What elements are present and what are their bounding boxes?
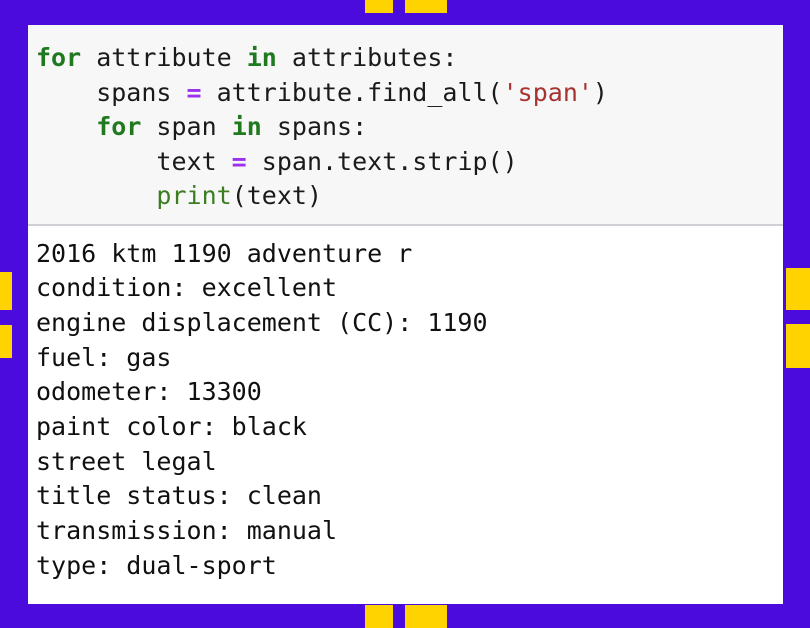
bottom-bar-left	[365, 605, 393, 628]
code-line: print(text)	[36, 179, 783, 214]
code-token-kw: in	[231, 112, 262, 141]
code-token-plain: spans	[36, 77, 187, 107]
code-lines: for attribute in attributes: spans = att…	[36, 41, 783, 214]
right-bar-lower	[786, 324, 810, 368]
top-bar-left	[365, 0, 393, 13]
output-line: condition: excellent	[36, 273, 338, 303]
left-bar-lower	[0, 325, 12, 358]
code-token-plain: span	[141, 112, 232, 141]
output-line: transmission: manual	[36, 516, 338, 546]
code-token-kw: in	[246, 43, 277, 72]
output-line: engine displacement (CC): 1190	[36, 307, 488, 337]
top-bar-right	[405, 0, 447, 13]
code-token-op: =	[186, 77, 202, 107]
code-token-op: =	[231, 146, 247, 176]
output-line: fuel: gas	[36, 342, 172, 372]
left-bar-upper	[0, 272, 12, 310]
code-line: for span in spans:	[36, 110, 783, 145]
output-line: type: dual-sport	[36, 550, 277, 580]
code-token-plain: (text)	[231, 181, 322, 210]
code-token-plain: attribute	[81, 43, 247, 72]
output-lines: 2016 ktm 1190 adventure r condition: exce…	[36, 237, 783, 584]
code-token-plain: text	[36, 146, 232, 176]
output-line: odometer: 13300	[36, 377, 262, 407]
notebook-card: for attribute in attributes: spans = att…	[28, 25, 783, 604]
code-cell[interactable]: for attribute in attributes: spans = att…	[28, 25, 783, 226]
code-token-fn: print	[156, 181, 232, 210]
code-token-str: 'span'	[502, 77, 593, 107]
code-token-plain: attribute.find_all(	[201, 77, 503, 107]
code-line: for attribute in attributes:	[36, 41, 783, 76]
output-cell: 2016 ktm 1190 adventure r condition: exce…	[28, 225, 783, 584]
right-bar-upper	[786, 268, 810, 310]
output-line: street legal	[36, 446, 217, 476]
code-token-plain: span.text.strip()	[246, 146, 518, 176]
output-line: 2016 ktm 1190 adventure r	[36, 238, 413, 268]
screenshot-frame: for attribute in attributes: spans = att…	[0, 0, 810, 628]
code-token-plain: spans:	[261, 112, 368, 141]
code-token-kw: for	[96, 112, 142, 141]
code-token-kw: for	[36, 43, 82, 72]
output-line: paint color: black	[36, 412, 307, 442]
code-line: text = span.text.strip()	[36, 145, 783, 180]
code-token-plain: )	[592, 77, 608, 107]
code-line: spans = attribute.find_all('span')	[36, 76, 783, 111]
output-line: title status: clean	[36, 481, 322, 511]
bottom-bar-right	[405, 605, 447, 628]
code-token-plain: attributes:	[276, 43, 458, 72]
